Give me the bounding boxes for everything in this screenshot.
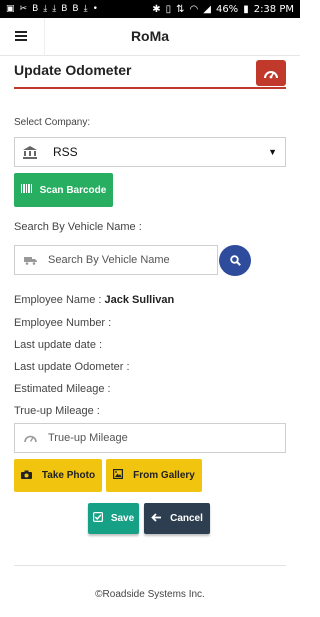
app-bar: RoMa [0, 18, 300, 56]
dashboard-button[interactable] [256, 60, 286, 86]
trueup-mileage-input[interactable] [48, 432, 285, 444]
dots-icon: • [92, 4, 98, 14]
clock: 2:38 PM [253, 3, 294, 15]
battery-percent: 46% [215, 3, 239, 15]
status-bar: ▣ ✂ B ⤓ ⤓ B B ⤓ • ✱ ▯ ⇅ ◠ ◢ 46% ▮ 2:38 P… [0, 0, 300, 18]
employee-name-value: Jack Sullivan [104, 294, 175, 306]
download-icon: ⤓ [52, 4, 57, 14]
image-icon: ▣ [6, 4, 15, 14]
b-app-icon: B [32, 4, 39, 14]
barcode-icon [20, 184, 32, 196]
b-app-icon: ✂ [19, 4, 28, 14]
check-square-icon [92, 512, 103, 525]
caret-down-icon: ▼ [268, 147, 277, 157]
speedometer-icon [264, 71, 278, 79]
truck-icon [24, 256, 38, 265]
take-photo-label: Take Photo [41, 470, 96, 481]
scan-barcode-label: Scan Barcode [39, 184, 107, 196]
app-title: RoMa [130, 28, 170, 44]
save-label: Save [110, 513, 135, 524]
gallery-icon [113, 469, 124, 482]
battery-icon: ▮ [243, 3, 249, 15]
save-button[interactable]: Save [88, 503, 139, 534]
take-photo-button[interactable]: Take Photo [14, 459, 102, 492]
search-icon [229, 255, 241, 266]
last-update-date-label: Last update date : [14, 339, 103, 351]
last-update-odometer-label: Last update Odometer : [14, 361, 130, 373]
download-icon: ⤓ [43, 4, 48, 14]
data-icon: ⇅ [176, 3, 185, 15]
page-title: Update Odometer [14, 62, 132, 78]
status-right-icons: ✱ ▯ ⇅ ◠ ◢ 46% ▮ 2:38 PM [152, 4, 294, 15]
footer-copyright: ©Roadside Systems Inc. [95, 589, 205, 600]
download-icon: ⤓ [83, 4, 88, 14]
wifi-icon: ◠ [189, 3, 199, 15]
cancel-button[interactable]: Cancel [144, 503, 210, 534]
speedometer-icon [24, 434, 38, 443]
bank-icon [23, 145, 39, 159]
header-divider [14, 87, 286, 89]
employee-number-label: Employee Number : [14, 317, 112, 329]
search-label: Search By Vehicle Name : [14, 221, 142, 233]
trueup-mileage-label: True-up Mileage : [14, 405, 100, 417]
b-app-icon: B [72, 4, 79, 14]
scan-barcode-button[interactable]: Scan Barcode [14, 173, 113, 207]
status-left-icons: ▣ ✂ B ⤓ ⤓ B B ⤓ • [6, 4, 98, 14]
bluetooth-icon: ✱ [152, 3, 161, 15]
b-app-icon: B [61, 4, 68, 14]
estimated-mileage-label: Estimated Mileage : [14, 383, 111, 395]
company-select[interactable]: RSS ▼ [14, 137, 286, 167]
signal-icon: ◢ [203, 3, 211, 15]
from-gallery-button[interactable]: From Gallery [106, 459, 202, 492]
vehicle-search-input[interactable] [48, 254, 217, 266]
company-label: Select Company: [14, 117, 91, 128]
cancel-label: Cancel [170, 513, 203, 524]
arrow-left-icon [151, 512, 162, 525]
employee-name-row: Employee Name : Jack Sullivan [14, 294, 174, 306]
company-select-value: RSS [53, 145, 78, 159]
trueup-mileage-field [14, 423, 286, 453]
search-button[interactable] [219, 245, 251, 276]
footer-divider [14, 565, 286, 566]
vehicle-search-field [14, 245, 218, 275]
employee-name-label: Employee Name : [14, 294, 102, 306]
from-gallery-label: From Gallery [133, 470, 195, 481]
camera-icon [20, 470, 32, 482]
vibrate-icon: ▯ [165, 3, 172, 15]
